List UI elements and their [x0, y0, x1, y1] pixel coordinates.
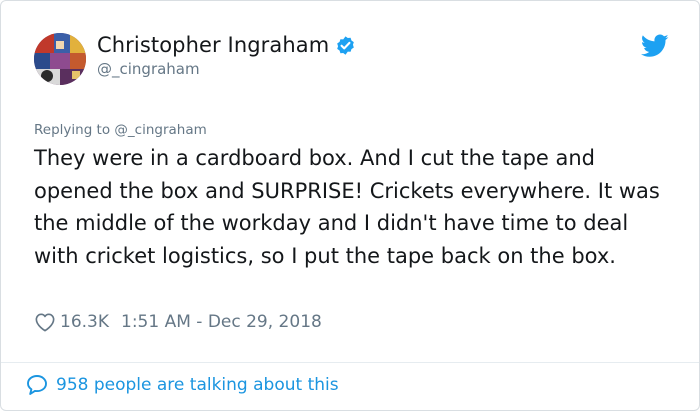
author-display-name[interactable]: Christopher Ingraham	[97, 33, 329, 57]
avatar-image	[34, 33, 86, 85]
conversation-link[interactable]: 958 people are talking about this	[25, 373, 339, 397]
author-handle[interactable]: @_cingraham	[97, 60, 200, 78]
speech-bubble-icon	[25, 373, 49, 397]
card-divider	[1, 362, 699, 363]
tweet-card: Christopher Ingraham @_cingraham Replyin…	[0, 0, 700, 411]
replying-to-line[interactable]: Replying to @_cingraham	[34, 122, 207, 138]
tweet-timestamp[interactable]: 1:51 AM - Dec 29, 2018	[121, 312, 322, 332]
like-count[interactable]: 16.3K	[60, 312, 109, 332]
conversation-count-label[interactable]: 958 people are talking about this	[56, 375, 339, 395]
tweet-text: They were in a cardboard box. And I cut …	[34, 146, 660, 268]
author-avatar[interactable]	[34, 33, 86, 85]
heart-icon[interactable]	[34, 312, 56, 332]
twitter-bird-icon[interactable]	[640, 34, 669, 58]
verified-badge-icon	[335, 35, 356, 56]
tweet-meta: 16.3K 1:51 AM - Dec 29, 2018	[34, 312, 322, 332]
author-name-row[interactable]: Christopher Ingraham	[97, 33, 356, 57]
